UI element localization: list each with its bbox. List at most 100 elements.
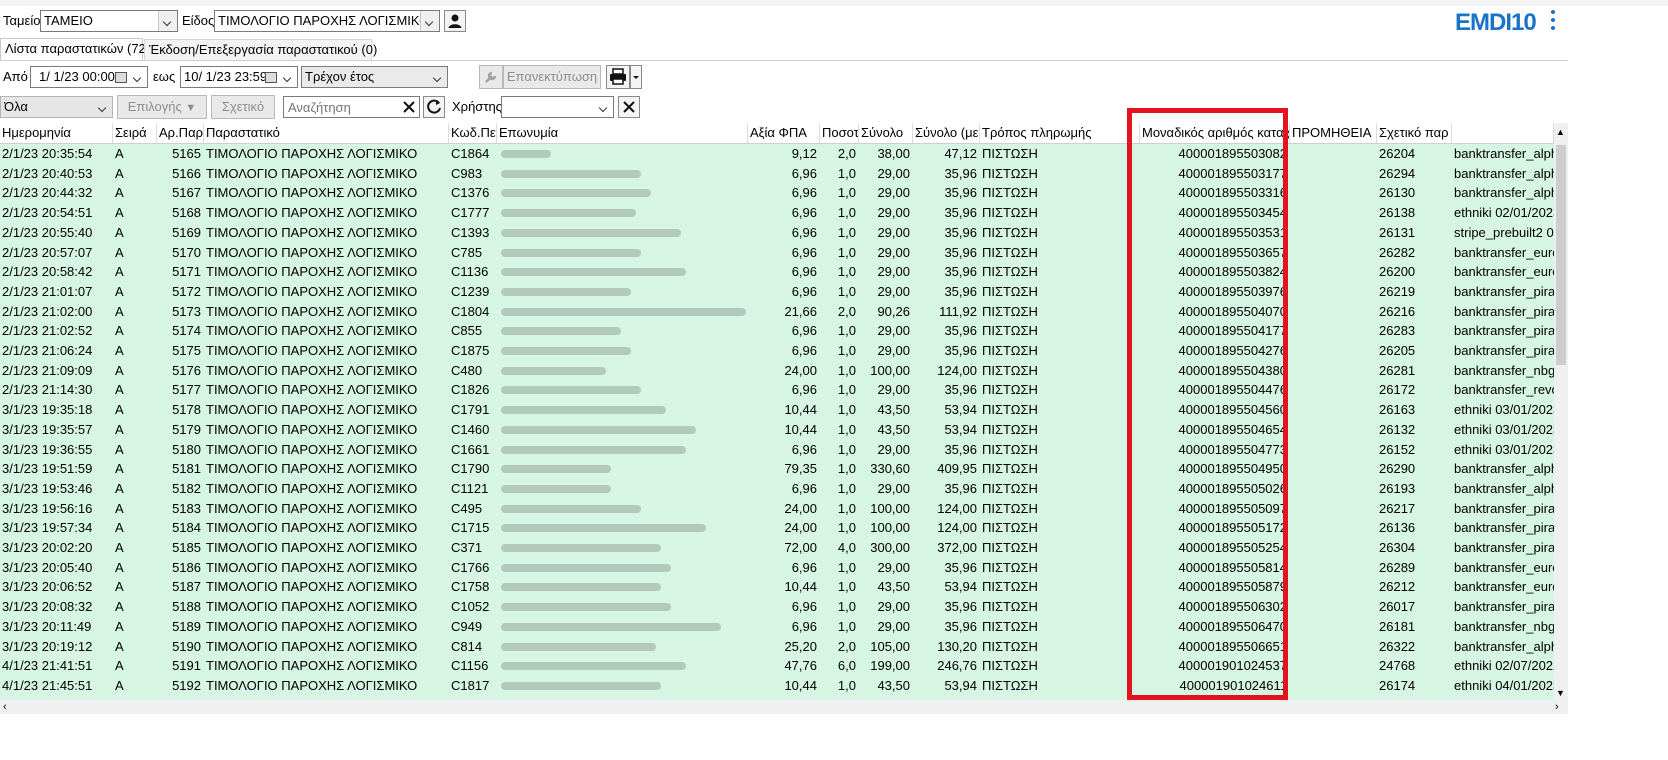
table-cell: 400001895506651 (1178, 638, 1287, 654)
reprint-button[interactable]: Επανεκτύπωση (503, 65, 601, 89)
table-row[interactable]: 2/1/23 20:55:40 A 5169 ΤΙΜΟΛΟΓΙΟ ΠΑΡΟΧΗΣ ΛΟ… (0, 223, 1554, 243)
table-row[interactable]: 2/1/23 20:44:32 A 5167 ΤΙΜΟΛΟΓΙΟ ΠΑΡΟΧΗΣ ΛΟ… (0, 183, 1554, 203)
to-date-picker[interactable]: 10/ 1/23 23:59 (180, 66, 298, 88)
column-header[interactable]: Αρ.Παρ (157, 123, 204, 143)
clear-search-icon[interactable] (402, 100, 416, 114)
table-row[interactable]: 3/1/23 20:11:49 A 5189 ΤΙΜΟΛΟΓΙΟ ΠΑΡΟΧΗΣ ΛΟ… (0, 617, 1554, 637)
table-cell: 2/1/23 21:02:00 (2, 303, 93, 319)
table-cell: 29,00 (877, 559, 910, 575)
column-header[interactable]: Κωδ.Πε (449, 123, 497, 143)
column-header[interactable]: Σχετικό παρ (1377, 123, 1452, 143)
table-cell: 26294 (1379, 165, 1416, 181)
table-row[interactable]: 2/1/23 21:06:24 A 5175 ΤΙΜΟΛΟΓΙΟ ΠΑΡΟΧΗΣ ΛΟ… (0, 341, 1554, 361)
table-row[interactable]: 2/1/23 20:57:07 A 5170 ΤΙΜΟΛΟΓΙΟ ΠΑΡΟΧΗΣ ΛΟ… (0, 243, 1554, 263)
filter-select[interactable]: Όλα (0, 96, 113, 118)
table-cell (1290, 440, 1377, 460)
tameio-select[interactable]: ΤΑΜΕΙΟ (40, 10, 178, 32)
table-cell: ΠΙΣΤΩΣΗ (982, 658, 1038, 674)
column-header[interactable]: ΠΡΟΜΗΘΕΙΑ (1290, 123, 1377, 143)
tools-button[interactable] (479, 65, 503, 89)
column-header[interactable]: Ποσοτ (820, 123, 859, 143)
table-row[interactable]: 3/1/23 19:35:57 A 5179 ΤΙΜΟΛΟΓΙΟ ΠΑΡΟΧΗΣ ΛΟ… (0, 420, 1554, 440)
table-cell: 35,96 (944, 441, 977, 457)
chevron-down-icon[interactable] (94, 97, 112, 117)
scroll-down-icon[interactable]: ▼ (1556, 688, 1565, 698)
column-header[interactable]: Παραστατικό (204, 123, 449, 143)
table-row[interactable]: 2/1/23 20:54:51 A 5168 ΤΙΜΟΛΟΓΙΟ ΠΑΡΟΧΗΣ ΛΟ… (0, 203, 1554, 223)
table-row[interactable]: 2/1/23 21:02:00 A 5173 ΤΙΜΟΛΟΓΙΟ ΠΑΡΟΧΗΣ ΛΟ… (0, 302, 1554, 322)
chevron-down-icon[interactable] (158, 11, 177, 31)
table-cell: 5171 (172, 264, 201, 280)
column-header[interactable]: Τρόπος πληρωμής (980, 123, 1140, 143)
table-row[interactable]: 4/1/23 21:45:51 A 5192 ΤΙΜΟΛΟΓΙΟ ΠΑΡΟΧΗΣ ΛΟ… (0, 676, 1554, 696)
table-cell: 5179 (172, 421, 201, 437)
tab-issue-edit[interactable]: Έκδοση/Επεξεργασία παραστατικού (0) (144, 39, 377, 61)
table-row[interactable]: 3/1/23 20:06:52 A 5187 ΤΙΜΟΛΟΓΙΟ ΠΑΡΟΧΗΣ ΛΟ… (0, 577, 1554, 597)
chevron-down-icon[interactable] (129, 67, 147, 87)
table-row[interactable]: 2/1/23 21:01:07 A 5172 ΤΙΜΟΛΟΓΙΟ ΠΑΡΟΧΗΣ ΛΟ… (0, 282, 1554, 302)
column-header[interactable] (1452, 123, 1554, 143)
table-row[interactable]: 2/1/23 20:58:42 A 5171 ΤΙΜΟΛΟΓΙΟ ΠΑΡΟΧΗΣ ΛΟ… (0, 262, 1554, 282)
clear-user-button[interactable] (618, 96, 640, 118)
column-header[interactable]: Επωνυμία (497, 123, 748, 143)
documents-grid[interactable]: 2/1/23 20:35:54 A 5165 ΤΙΜΟΛΟΓΙΟ ΠΑΡΟΧΗΣ ΛΟ… (0, 144, 1554, 700)
table-row[interactable]: 3/1/23 19:51:59 A 5181 ΤΙΜΟΛΟΓΙΟ ΠΑΡΟΧΗΣ ΛΟ… (0, 459, 1554, 479)
print-button[interactable] (606, 65, 630, 89)
selections-button[interactable]: Επιλογής ▼ (117, 95, 207, 119)
scroll-up-icon[interactable]: ▲ (1556, 127, 1565, 137)
table-row[interactable]: 2/1/23 21:02:52 A 5174 ΤΙΜΟΛΟΓΙΟ ΠΑΡΟΧΗΣ ΛΟ… (0, 321, 1554, 341)
table-cell: 400001895504560 (1178, 402, 1287, 418)
horizontal-scrollbar[interactable] (0, 700, 1568, 714)
search-input[interactable] (286, 97, 402, 117)
table-cell (497, 637, 748, 657)
table-cell: 199,00 (870, 658, 910, 674)
column-header[interactable]: Σύνολο (με (913, 123, 980, 143)
chevron-down-icon[interactable] (595, 97, 613, 117)
column-header[interactable]: Μοναδικός αριθμός καταχ (1140, 123, 1290, 143)
eidos-select[interactable]: ΤΙΜΟΛΟΓΙΟ ΠΑΡΟΧΗΣ ΛΟΓΙΣΜΙΚΟ (214, 10, 440, 32)
scroll-right-icon[interactable]: › (1555, 701, 1559, 713)
table-cell: 2/1/23 20:35:54 (2, 146, 93, 161)
table-row[interactable]: 3/1/23 19:57:34 A 5184 ΤΙΜΟΛΟΓΙΟ ΠΑΡΟΧΗΣ ΛΟ… (0, 518, 1554, 538)
table-cell: 1,0 (837, 264, 856, 280)
table-row[interactable]: 3/1/23 19:53:46 A 5182 ΤΙΜΟΛΟΓΙΟ ΠΑΡΟΧΗΣ ΛΟ… (0, 479, 1554, 499)
table-row[interactable]: 3/1/23 20:08:32 A 5188 ΤΙΜΟΛΟΓΙΟ ΠΑΡΟΧΗΣ ΛΟ… (0, 597, 1554, 617)
table-cell: 35,96 (944, 599, 977, 615)
table-row[interactable]: 4/1/23 21:41:51 A 5191 ΤΙΜΟΛΟΓΙΟ ΠΑΡΟΧΗΣ ΛΟ… (0, 656, 1554, 676)
scroll-left-icon[interactable]: ‹ (3, 701, 7, 713)
column-header[interactable]: Αξία ΦΠΑ (748, 123, 820, 143)
table-cell: 21,66 (784, 303, 817, 319)
related-button[interactable]: Σχετικό (211, 95, 275, 119)
table-row[interactable]: 3/1/23 20:05:40 A 5186 ΤΙΜΟΛΟΓΙΟ ΠΑΡΟΧΗΣ ΛΟ… (0, 558, 1554, 578)
table-cell (1290, 144, 1377, 164)
table-row[interactable]: 2/1/23 21:14:30 A 5177 ΤΙΜΟΛΟΓΙΟ ΠΑΡΟΧΗΣ ΛΟ… (0, 380, 1554, 400)
print-options-button[interactable] (630, 65, 642, 89)
chevron-down-icon[interactable] (429, 67, 447, 87)
search-box[interactable] (283, 96, 420, 118)
table-cell: ΠΙΣΤΩΣΗ (982, 480, 1038, 496)
table-row[interactable]: 2/1/23 20:35:54 A 5165 ΤΙΜΟΛΟΓΙΟ ΠΑΡΟΧΗΣ ΛΟ… (0, 144, 1554, 164)
table-cell: A (115, 146, 124, 161)
table-cell: ΤΙΜΟΛΟΓΙΟ ΠΑΡΟΧΗΣ ΛΟΓΙΣΜΙΚΟ (206, 165, 418, 181)
period-select[interactable]: Τρέχον έτος (301, 66, 448, 88)
tab-document-list[interactable]: Λίστα παραστατικών (72) (0, 38, 150, 60)
table-row[interactable]: 3/1/23 20:19:12 A 5190 ΤΙΜΟΛΟΓΙΟ ΠΑΡΟΧΗΣ ΛΟ… (0, 637, 1554, 657)
table-row[interactable]: 3/1/23 19:56:16 A 5183 ΤΙΜΟΛΟΓΙΟ ΠΑΡΟΧΗΣ ΛΟ… (0, 499, 1554, 519)
table-row[interactable]: 3/1/23 19:36:55 A 5180 ΤΙΜΟΛΟΓΙΟ ΠΑΡΟΧΗΣ ΛΟ… (0, 440, 1554, 460)
refresh-button[interactable] (423, 96, 445, 118)
more-menu-icon[interactable] (1548, 8, 1558, 34)
table-row[interactable]: 3/1/23 20:02:20 A 5185 ΤΙΜΟΛΟΓΙΟ ΠΑΡΟΧΗΣ ΛΟ… (0, 538, 1554, 558)
user-button[interactable] (444, 10, 466, 32)
table-row[interactable]: 3/1/23 19:35:18 A 5178 ΤΙΜΟΛΟΓΙΟ ΠΑΡΟΧΗΣ ΛΟ… (0, 400, 1554, 420)
user-select[interactable] (501, 96, 614, 118)
chevron-down-icon[interactable] (279, 67, 297, 87)
column-header[interactable]: Ημερομηνία (0, 123, 113, 143)
chevron-down-icon[interactable] (420, 11, 439, 31)
table-cell (497, 499, 748, 519)
from-date-picker[interactable]: 1/ 1/23 00:00 (30, 66, 148, 88)
column-header[interactable]: Σύνολο (859, 123, 913, 143)
table-row[interactable]: 2/1/23 21:09:09 A 5176 ΤΙΜΟΛΟΓΙΟ ΠΑΡΟΧΗΣ ΛΟ… (0, 361, 1554, 381)
column-header[interactable]: Σειρά (113, 123, 157, 143)
table-row[interactable]: 2/1/23 20:40:53 A 5166 ΤΙΜΟΛΟΓΙΟ ΠΑΡΟΧΗΣ ΛΟ… (0, 164, 1554, 184)
vertical-scroll-thumb[interactable] (1556, 145, 1566, 365)
